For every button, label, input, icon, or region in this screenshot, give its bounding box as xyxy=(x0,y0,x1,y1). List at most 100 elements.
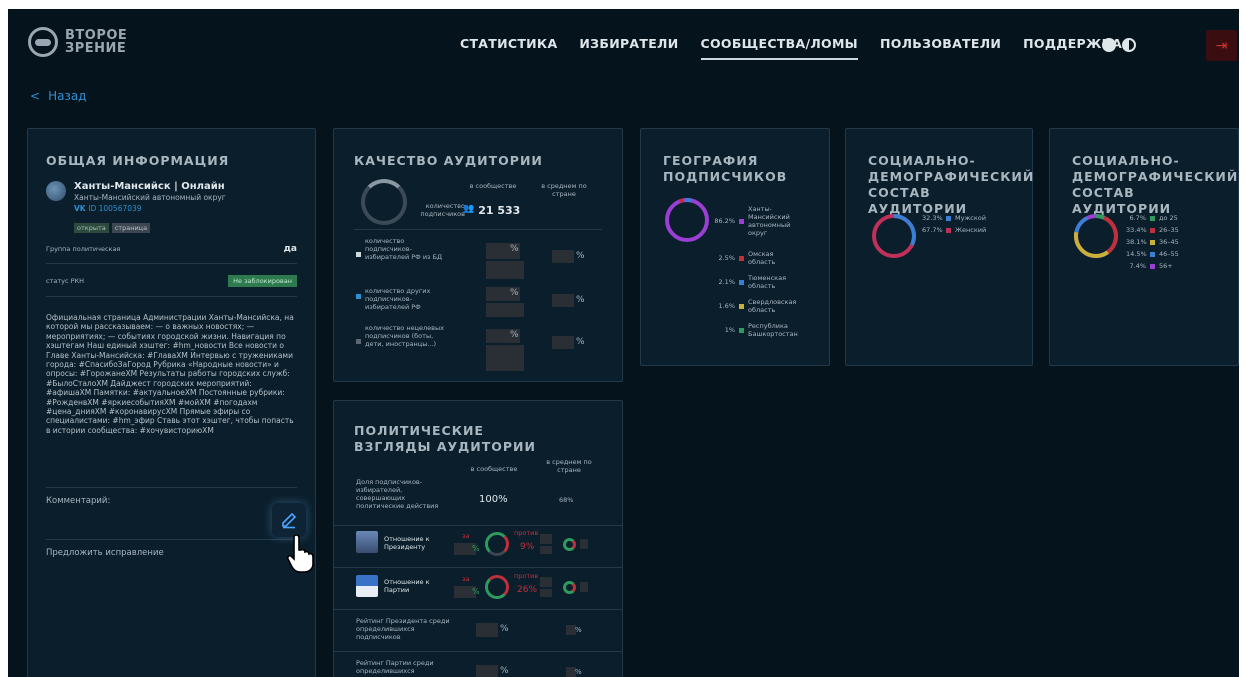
back-link[interactable]: < Назад xyxy=(30,89,86,103)
nav-users[interactable]: ПОЛЬЗОВАТЕЛИ xyxy=(880,36,1001,51)
legend-pct: 7.4% xyxy=(1129,262,1146,270)
legend-swatch xyxy=(946,227,951,233)
value-placeholder xyxy=(540,546,552,554)
quality-row-3: количество нецелевых подписчиков (боты, … xyxy=(356,324,446,348)
logo-line2: ЗРЕНИЕ xyxy=(65,41,127,56)
president-donut xyxy=(485,532,509,556)
chevron-left-icon: < xyxy=(30,89,41,103)
col-community: в сообществе xyxy=(469,182,517,190)
nav-communities[interactable]: СООБЩЕСТВА/ЛОМЫ xyxy=(700,36,859,60)
logout-icon: ⇥ xyxy=(1215,37,1228,54)
geo-legend-2: 2.5% Омская область xyxy=(709,250,800,266)
value-placeholder xyxy=(486,261,524,279)
divider xyxy=(46,487,297,488)
comment-label: Комментарий: xyxy=(46,496,111,506)
legend-pct: 67.7% xyxy=(922,226,943,234)
users-icon: 👥 xyxy=(463,204,475,214)
legend-label: Женский xyxy=(955,226,987,234)
geo-donut xyxy=(665,198,709,242)
age-donut xyxy=(1074,214,1118,258)
legend-pct: 2.1% xyxy=(718,278,735,286)
quality-row-2: количество других подписчиков-избирателе… xyxy=(356,287,446,311)
age-legend-5: 7.4% 56+ xyxy=(1126,262,1172,270)
percent-sign: % xyxy=(510,330,519,340)
legend-label: Республика Башкортостан xyxy=(748,322,798,338)
geo-legend-3: 2.1% Тюменская область xyxy=(709,274,800,290)
president-photo xyxy=(356,531,378,553)
quality-row-1: количество подписчиков-избирателей РФ из… xyxy=(356,237,446,261)
logout-button[interactable]: ⇥ xyxy=(1206,30,1237,61)
percent-sign: % xyxy=(472,587,480,596)
value-placeholder xyxy=(580,582,588,592)
age-legend-3: 38.1% 36–45 xyxy=(1126,238,1179,246)
legend-label: 26–35 xyxy=(1159,226,1179,234)
divider xyxy=(334,567,622,568)
subscribers-count: 👥 21 533 xyxy=(463,204,520,217)
value-placeholder xyxy=(476,623,498,637)
vk-id-link[interactable]: VK ID 100567039 xyxy=(74,204,297,213)
edit-comment-button[interactable] xyxy=(272,503,306,537)
legend-swatch xyxy=(1150,251,1155,257)
legend-swatch xyxy=(1150,239,1155,245)
nav-statistics[interactable]: СТАТИСТИКА xyxy=(460,36,557,51)
gender-donut xyxy=(872,214,916,258)
legend-swatch xyxy=(739,218,744,224)
percent-sign: % xyxy=(575,626,582,634)
logo[interactable]: ВТОРОЕ ЗРЕНИЕ xyxy=(28,27,127,57)
divider xyxy=(46,539,297,540)
political-label: Группа политическая xyxy=(46,245,121,253)
tag-page: страница xyxy=(111,223,151,233)
party-logo xyxy=(356,575,378,597)
avatar xyxy=(46,181,66,201)
protiv-label: против xyxy=(514,572,539,580)
legend-swatch xyxy=(356,294,361,299)
community-name: Ханты-Мансийск | Онлайн xyxy=(74,181,225,192)
nav-voters[interactable]: ИЗБИРАТЕЛИ xyxy=(579,36,678,51)
legend-label: Омская область xyxy=(748,250,776,266)
age-legend-4: 14.5% 46–55 xyxy=(1126,250,1179,258)
general-info-card: ОБЩАЯ ИНФОРМАЦИЯ Ханты-Мансийск | Онлайн… xyxy=(27,128,316,677)
percent-sign: % xyxy=(576,295,585,305)
legend-swatch xyxy=(946,215,951,221)
vk-icon: VK xyxy=(74,204,89,213)
legend-swatch xyxy=(739,327,744,333)
community-description: Официальная страница Администрации Ханты… xyxy=(46,313,294,435)
rkn-status-badge: Не заблокирован xyxy=(228,275,297,287)
party-country-donut xyxy=(563,581,576,594)
col-country: в среднем по стране xyxy=(541,182,587,198)
legend-pct: 86.2% xyxy=(714,217,735,225)
theme-toggle[interactable] xyxy=(1102,37,1146,53)
legend-swatch xyxy=(1150,227,1155,233)
party-against: 26% xyxy=(517,585,538,595)
row-label: количество других подписчиков-избирателе… xyxy=(365,287,431,311)
legend-swatch xyxy=(1150,215,1155,221)
value-placeholder xyxy=(486,303,524,317)
col-country: в среднем по стране xyxy=(546,458,592,474)
president-against: 9% xyxy=(520,542,535,552)
politics-title: ПОЛИТИЧЕСКИЕ ВЗГЛЯДЫ АУДИТОРИИ xyxy=(354,423,536,454)
legend-swatch xyxy=(1150,263,1155,269)
percent-sign: % xyxy=(500,624,509,634)
percent-sign: % xyxy=(576,251,585,261)
legend-label: Свердловская область xyxy=(748,298,797,314)
active-label: Доля подписчиков-избирателей, совершающи… xyxy=(356,478,439,510)
row-label: количество подписчиков-избирателей РФ из… xyxy=(365,237,443,261)
legend-pct: 14.5% xyxy=(1126,250,1147,258)
general-title: ОБЩАЯ ИНФОРМАЦИЯ xyxy=(46,153,230,168)
legend-label: Тюменская область xyxy=(748,274,786,290)
legend-label: до 25 xyxy=(1159,214,1178,222)
age-card: СОЦИАЛЬНО-ДЕМОГРАФИЧЕСКИЙ СОСТАВ АУДИТОР… xyxy=(1049,128,1239,366)
subscribers-label: количество подписчиков xyxy=(420,202,465,218)
gender-legend-female: 67.7% Женский xyxy=(922,226,986,234)
value-placeholder xyxy=(486,345,524,371)
subscribers-value: 21 533 xyxy=(478,204,521,217)
app-window: ВТОРОЕ ЗРЕНИЕ СТАТИСТИКА ИЗБИРАТЕЛИ СООБ… xyxy=(8,9,1239,677)
divider xyxy=(334,651,622,652)
value-placeholder xyxy=(540,589,552,597)
gender-title: СОЦИАЛЬНО-ДЕМОГРАФИЧЕСКИЙ СОСТАВ АУДИТОР… xyxy=(868,153,1035,216)
legend-pct: 32.3% xyxy=(922,214,943,222)
legend-swatch xyxy=(356,252,361,257)
geo-legend-5: 1% Республика Башкортостан xyxy=(709,322,804,338)
suggest-correction-link[interactable]: Предложить исправление xyxy=(46,548,297,558)
active-value: 100% xyxy=(479,494,508,505)
